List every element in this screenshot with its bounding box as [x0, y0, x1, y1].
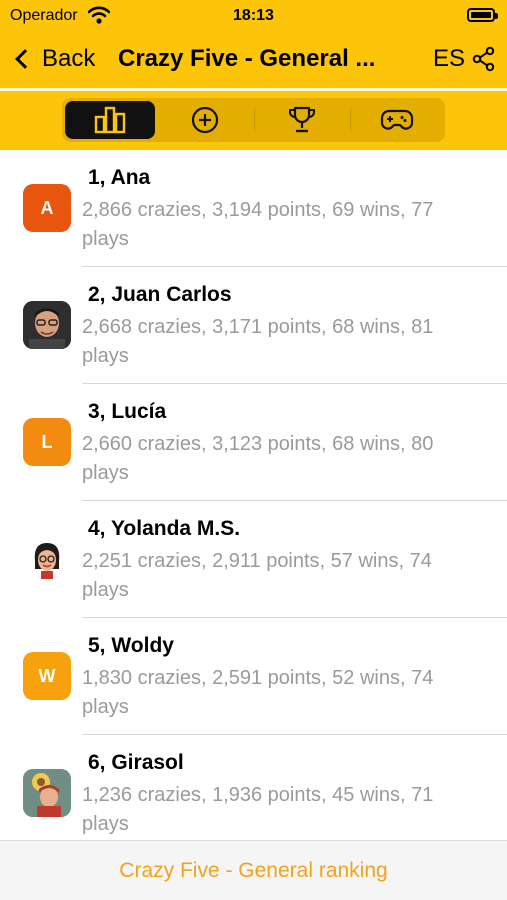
status-time: 18:13 [233, 7, 274, 24]
player-stats: 1,236 crazies, 1,936 points, 45 wins, 71… [82, 784, 434, 835]
language-button[interactable]: ES [433, 42, 465, 76]
player-name: 2, Juan Carlos [88, 283, 232, 306]
person-photo-icon [23, 769, 71, 817]
player-stats: 1,830 crazies, 2,591 points, 52 wins, 74… [82, 667, 434, 718]
status-bar: Operador 18:13 [0, 0, 507, 34]
navigation-bar: Back Crazy Five - General ... ES [0, 34, 507, 84]
player-name: 4, Yolanda M.S. [88, 517, 241, 540]
avatar: A [23, 184, 71, 232]
ranking-row[interactable]: 6, Girasol 1,236 crazies, 1,936 points, … [0, 735, 507, 840]
gamepad-icon [380, 109, 414, 130]
ranking-list: A 1, Ana 2,866 crazies, 3,194 points, 69… [0, 150, 507, 840]
ranking-row[interactable]: W 5, Woldy 1,830 crazies, 2,591 points, … [0, 618, 507, 735]
tab-games[interactable] [352, 101, 442, 139]
player-stats: 2,668 crazies, 3,171 points, 68 wins, 81… [82, 316, 434, 367]
avatar-letter: A [40, 197, 54, 218]
player-stats: 2,866 crazies, 3,194 points, 69 wins, 77… [82, 199, 434, 250]
tab-add[interactable] [159, 101, 251, 139]
header-divider [0, 88, 507, 91]
avatar: L [23, 418, 71, 466]
player-name: 5, Woldy [88, 634, 174, 657]
ranking-row[interactable]: 2, Juan Carlos 2,668 crazies, 3,171 poin… [0, 267, 507, 384]
back-button[interactable]: Back [12, 42, 95, 76]
chevron-left-icon [15, 49, 35, 69]
avatar [23, 769, 71, 817]
player-stats: 2,251 crazies, 2,911 points, 57 wins, 74… [82, 550, 432, 601]
tab-separator [254, 109, 255, 131]
tab-ranking[interactable] [65, 101, 155, 139]
player-name: 6, Girasol [88, 751, 184, 774]
avatar-letter: W [38, 665, 56, 686]
tab-separator [350, 109, 351, 131]
memoji-avatar-icon [23, 535, 71, 583]
share-icon [472, 46, 495, 72]
app-header: Operador 18:13 Back Crazy Five - General… [0, 0, 507, 150]
avatar-letter: L [41, 431, 53, 452]
back-label: Back [42, 45, 96, 72]
bottom-bar: Crazy Five - General ranking [0, 840, 507, 900]
player-name: 3, Lucía [88, 400, 167, 423]
avatar [23, 301, 71, 349]
tab-segmented-control [62, 98, 445, 142]
player-name: 1, Ana [88, 166, 151, 189]
footer-title[interactable]: Crazy Five - General ranking [0, 859, 507, 883]
avatar: W [23, 652, 71, 700]
page-title: Crazy Five - General ... [118, 45, 376, 72]
bar-chart-icon [94, 106, 126, 134]
share-button[interactable] [472, 46, 496, 77]
person-photo-icon [23, 301, 71, 349]
tab-trophy[interactable] [256, 101, 348, 139]
ranking-row[interactable]: L 3, Lucía 2,660 crazies, 3,123 points, … [0, 384, 507, 501]
avatar [23, 535, 71, 583]
ranking-row[interactable]: 4, Yolanda M.S. 2,251 crazies, 2,911 poi… [0, 501, 507, 618]
ranking-row[interactable]: A 1, Ana 2,866 crazies, 3,194 points, 69… [0, 150, 507, 267]
plus-circle-icon [191, 106, 219, 134]
battery-icon [467, 8, 498, 22]
trophy-icon [289, 106, 315, 133]
player-stats: 2,660 crazies, 3,123 points, 68 wins, 80… [82, 433, 434, 484]
